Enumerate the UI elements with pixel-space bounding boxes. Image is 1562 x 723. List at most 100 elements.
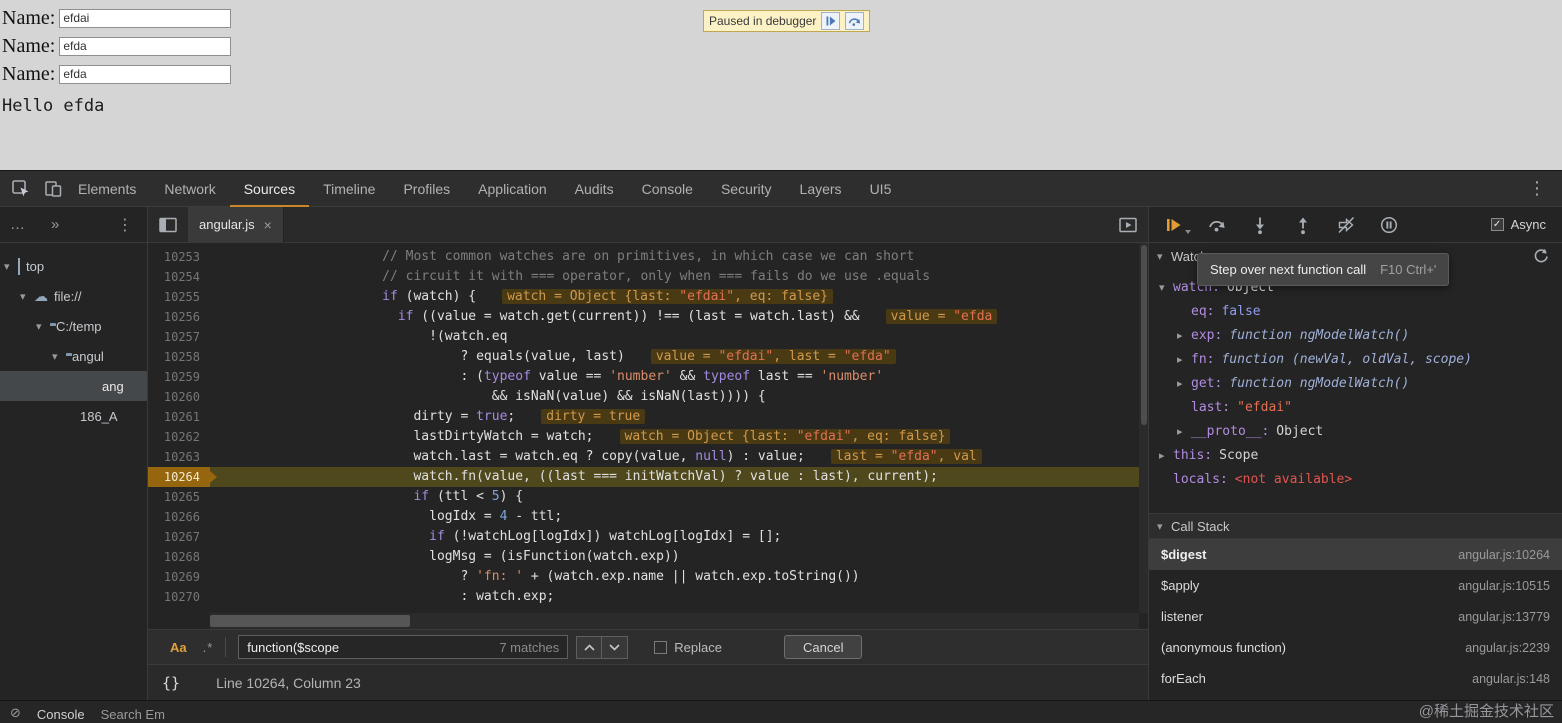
- horizontal-scrollbar-thumb[interactable]: [210, 615, 410, 627]
- tab-security[interactable]: Security: [707, 171, 786, 207]
- line-number[interactable]: 10270: [148, 587, 210, 607]
- tree-item-ang[interactable]: ang: [0, 371, 147, 401]
- line-number[interactable]: 10259: [148, 367, 210, 387]
- async-checkbox[interactable]: [1490, 218, 1504, 231]
- navigator-tabs-overflow-icon[interactable]: »: [51, 216, 59, 233]
- chevron-down-icon[interactable]: ▾: [36, 320, 50, 333]
- drawer-tab-search[interactable]: Search Em: [101, 707, 165, 723]
- line-number[interactable]: 10254: [148, 267, 210, 287]
- name-input-2[interactable]: [59, 36, 232, 56]
- callstack-frame[interactable]: forEach angular.js:148: [1149, 663, 1562, 694]
- watch-item[interactable]: ▸ __proto__: Object: [1149, 419, 1562, 443]
- callstack-frame[interactable]: listener angular.js:13779: [1149, 601, 1562, 632]
- name-input-3[interactable]: [59, 64, 232, 84]
- refresh-watch-icon[interactable]: [1532, 247, 1550, 265]
- tab-ui5[interactable]: UI5: [856, 171, 906, 207]
- line-number[interactable]: 10265: [148, 487, 210, 507]
- line-number[interactable]: 10269: [148, 567, 210, 587]
- step-over-button[interactable]: [1206, 214, 1228, 236]
- device-toolbar-icon[interactable]: [42, 178, 64, 200]
- tree-item-Ctemp[interactable]: ▾ C:/temp: [0, 311, 147, 341]
- inspect-element-icon[interactable]: [10, 178, 32, 200]
- navigator-toggle-icon[interactable]: [158, 215, 178, 235]
- line-number[interactable]: 10255: [148, 287, 210, 307]
- watch-item[interactable]: ▸ this: Scope: [1149, 443, 1562, 467]
- line-number[interactable]: 10268: [148, 547, 210, 567]
- chevron-right-icon[interactable]: ▸: [1159, 449, 1173, 462]
- line-number[interactable]: 10258: [148, 347, 210, 367]
- line-number[interactable]: 10266: [148, 507, 210, 527]
- clear-console-icon[interactable]: ⊘: [10, 707, 21, 723]
- step-out-button[interactable]: [1292, 214, 1314, 236]
- resume-script-button[interactable]: [1163, 214, 1191, 236]
- watch-item[interactable]: ▸ get: function ngModelWatch(): [1149, 371, 1562, 395]
- navigator-menu-icon[interactable]: ⋮: [117, 215, 133, 234]
- code-editor[interactable]: 10253 // Most common watches are on primi…: [148, 243, 1148, 629]
- line-number[interactable]: 10263: [148, 447, 210, 467]
- drawer-tab-console[interactable]: Console: [37, 707, 85, 723]
- name-input-1[interactable]: [59, 8, 232, 28]
- chevron-down-icon[interactable]: ▾: [4, 260, 18, 273]
- line-number[interactable]: 10264: [148, 467, 217, 487]
- watch-item[interactable]: locals: <not available>: [1149, 467, 1562, 491]
- watch-item[interactable]: last: "efdai": [1149, 395, 1562, 419]
- callstack-frame[interactable]: $digest angular.js:10264: [1149, 539, 1562, 570]
- chevron-right-icon[interactable]: ▸: [1177, 377, 1191, 390]
- tab-timeline[interactable]: Timeline: [309, 171, 389, 207]
- search-prev-button[interactable]: [576, 635, 603, 659]
- code-line: 10267 if (!watchLog[logIdx]) watchLog[log…: [148, 527, 1148, 547]
- tab-console[interactable]: Console: [628, 171, 707, 207]
- banner-resume-button[interactable]: [821, 12, 841, 30]
- chevron-right-icon[interactable]: ▸: [1177, 425, 1191, 438]
- match-case-toggle[interactable]: Aa: [170, 640, 187, 655]
- line-number[interactable]: 10261: [148, 407, 210, 427]
- vertical-scrollbar-thumb[interactable]: [1140, 245, 1147, 425]
- callstack-frame[interactable]: $apply angular.js:10515: [1149, 570, 1562, 601]
- chevron-right-icon[interactable]: ▸: [1177, 353, 1191, 366]
- chevron-down-icon[interactable]: ▾: [20, 290, 34, 303]
- line-number[interactable]: 10262: [148, 427, 210, 447]
- horizontal-scrollbar[interactable]: [210, 613, 1139, 629]
- replace-checkbox[interactable]: [654, 640, 668, 654]
- line-number[interactable]: 10253: [148, 247, 210, 267]
- tab-layers[interactable]: Layers: [786, 171, 856, 207]
- tree-item-top[interactable]: ▾ top: [0, 251, 147, 281]
- chevron-right-icon[interactable]: ▸: [1177, 329, 1191, 342]
- tab-elements[interactable]: Elements: [64, 171, 150, 207]
- file-tab-angular-js[interactable]: angular.js ×: [188, 206, 284, 243]
- search-input[interactable]: function($scope 7 matches: [238, 635, 569, 659]
- tab-application[interactable]: Application: [464, 171, 561, 207]
- watch-item[interactable]: ▸ exp: function ngModelWatch(): [1149, 323, 1562, 347]
- tab-profiles[interactable]: Profiles: [389, 171, 464, 207]
- tab-network[interactable]: Network: [150, 171, 229, 207]
- vertical-scrollbar[interactable]: [1139, 243, 1148, 613]
- line-number[interactable]: 10256: [148, 307, 210, 327]
- cancel-button[interactable]: Cancel: [784, 635, 863, 659]
- callstack-section-header[interactable]: ▾ Call Stack: [1149, 513, 1562, 539]
- banner-step-over-button[interactable]: [845, 12, 865, 30]
- navigator-overflow-icon[interactable]: …: [10, 216, 25, 233]
- tree-item-186A[interactable]: 186_A: [0, 401, 147, 431]
- line-number[interactable]: 10257: [148, 327, 210, 347]
- regex-toggle[interactable]: .*: [203, 640, 214, 655]
- devtools-menu-icon[interactable]: ⋮: [1528, 178, 1546, 199]
- step-into-button[interactable]: [1249, 214, 1271, 236]
- pretty-print-icon[interactable]: {}: [162, 674, 180, 692]
- tab-sources[interactable]: Sources: [230, 171, 309, 207]
- callstack-frame[interactable]: (anonymous function) angular.js:2239: [1149, 632, 1562, 663]
- tree-item-file[interactable]: ▾ ☁ file://: [0, 281, 147, 311]
- watch-item[interactable]: ▸ fn: function (newVal, oldVal, scope): [1149, 347, 1562, 371]
- tab-audits[interactable]: Audits: [561, 171, 628, 207]
- chevron-down-icon[interactable]: ▾: [1159, 281, 1173, 294]
- search-next-button[interactable]: [602, 635, 629, 659]
- deactivate-breakpoints-button[interactable]: [1335, 214, 1357, 236]
- close-tab-icon[interactable]: ×: [264, 217, 272, 233]
- file-tree[interactable]: ▾ top ▾ ☁ file://▾ C:/temp ▾ angul ang 186_A: [0, 243, 147, 701]
- toggle-drawer-icon[interactable]: [1118, 215, 1138, 235]
- pause-on-exceptions-button[interactable]: [1378, 214, 1400, 236]
- line-number[interactable]: 10267: [148, 527, 210, 547]
- watch-item[interactable]: eq: false: [1149, 299, 1562, 323]
- line-number[interactable]: 10260: [148, 387, 210, 407]
- chevron-down-icon[interactable]: ▾: [52, 350, 66, 363]
- tree-item-angul[interactable]: ▾ angul: [0, 341, 147, 371]
